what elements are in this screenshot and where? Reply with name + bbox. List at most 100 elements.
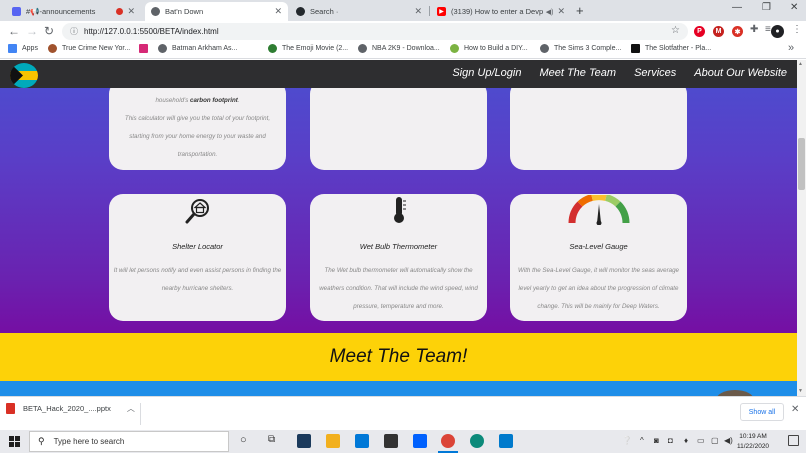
- bookmark-sims3[interactable]: The Sims 3 Comple...: [540, 44, 621, 53]
- close-icon[interactable]: ✕: [557, 6, 565, 17]
- globe-icon: [540, 44, 549, 53]
- nav-about[interactable]: About Our Website: [694, 67, 787, 79]
- profile-avatar[interactable]: ●: [771, 25, 784, 38]
- service-card-shelter-locator[interactable]: Shelter Locator It will let persons noti…: [109, 194, 286, 321]
- help-icon[interactable]: ❔: [622, 436, 632, 445]
- taskbar-search[interactable]: ⚲ Type here to search: [29, 431, 229, 452]
- desc-bold: carbon footprint: [190, 97, 238, 104]
- show-all-button[interactable]: Show all: [740, 403, 784, 421]
- tab-youtube[interactable]: ▶ (3139) How to enter a Devp ◀) ✕: [431, 2, 571, 21]
- globe-icon: [358, 44, 367, 53]
- extension-icon[interactable]: ✱: [732, 26, 743, 37]
- info-icon[interactable]: ⓘ: [70, 26, 78, 37]
- file-explorer-icon[interactable]: [326, 434, 340, 448]
- nav-signup-login[interactable]: Sign Up/Login: [452, 67, 521, 79]
- site-icon: [450, 44, 459, 53]
- shield-icon[interactable]: ◘: [668, 436, 673, 445]
- close-icon[interactable]: ✕: [274, 6, 282, 17]
- service-card-carbon[interactable]: household's carbon footprint. This calcu…: [109, 80, 286, 170]
- service-card-sea-level[interactable]: Sea-Level Gauge With the Sea-Level Gauge…: [510, 194, 687, 321]
- minimize-icon[interactable]: —: [732, 2, 742, 13]
- card-desc-rest: This calculator will give you the total …: [124, 115, 271, 158]
- tab-github-search[interactable]: Search · ✕: [290, 2, 428, 21]
- bookmark-label: Apps: [22, 45, 38, 52]
- bookmark-batman[interactable]: Batman Arkham As...: [158, 44, 237, 53]
- new-tab-button[interactable]: +: [576, 3, 584, 18]
- reading-list-icon[interactable]: ≡: [765, 24, 771, 35]
- bookmark-label: True Crime New Yor...: [62, 45, 131, 52]
- mail-icon[interactable]: [355, 434, 369, 448]
- back-icon[interactable]: ←: [8, 24, 20, 38]
- task-view-icon[interactable]: ⧉: [268, 434, 275, 445]
- store-icon[interactable]: [384, 434, 398, 448]
- meet-the-team-banner: Meet The Team!: [0, 333, 797, 381]
- terminal-icon[interactable]: [297, 434, 311, 448]
- close-icon[interactable]: ✕: [127, 6, 135, 17]
- display-icon[interactable]: ▢: [711, 436, 719, 445]
- tab-title: Search ·: [310, 7, 339, 16]
- service-card-top-middle[interactable]: [310, 80, 487, 170]
- nav-services[interactable]: Services: [634, 67, 676, 79]
- card-title: Wet Bulb Thermometer: [359, 242, 438, 251]
- system-clock[interactable]: 10:19 AM 11/22/2020: [737, 432, 769, 452]
- edge-icon[interactable]: [470, 434, 484, 448]
- tray-app-icon[interactable]: ◙: [654, 436, 659, 445]
- tab-batn-down[interactable]: Bat'n Down ✕: [145, 2, 288, 21]
- speaker-icon[interactable]: ◀): [546, 8, 554, 16]
- network-icon[interactable]: ▭: [697, 436, 705, 445]
- chevron-up-icon[interactable]: ︿: [127, 403, 135, 414]
- reload-icon[interactable]: ↻: [44, 24, 54, 38]
- scroll-up-icon[interactable]: ▲: [798, 61, 803, 67]
- card-desc: household's carbon footprint.: [109, 92, 286, 110]
- address-bar[interactable]: ⓘ http://127.0.0.1:5500/BETA/index.html …: [62, 23, 688, 40]
- clock-time: 10:19 AM: [739, 433, 767, 440]
- windows-start-icon[interactable]: [9, 436, 20, 447]
- tab-announcements[interactable]: #📢-announcements ✕: [6, 2, 141, 21]
- service-card-wet-bulb[interactable]: Wet Bulb Thermometer The Wet bulb thermo…: [310, 194, 487, 321]
- service-card-top-right[interactable]: [510, 80, 687, 170]
- restore-icon[interactable]: ❐: [762, 2, 771, 13]
- menu-icon[interactable]: ⋮: [792, 24, 802, 35]
- close-icon[interactable]: ✕: [791, 404, 799, 415]
- youtube-icon: ▶: [437, 7, 446, 16]
- scroll-down-icon[interactable]: ▼: [798, 388, 803, 394]
- volume-icon[interactable]: ◀): [724, 436, 733, 445]
- vscode-icon[interactable]: [499, 434, 513, 448]
- scroll-thumb[interactable]: [798, 138, 805, 190]
- bookmark-star-icon[interactable]: ☆: [671, 25, 680, 36]
- bookmark-emoji-movie[interactable]: The Emoji Movie (2...: [268, 44, 348, 53]
- nav-meet-the-team[interactable]: Meet The Team: [539, 67, 616, 79]
- bookmarks-overflow-icon[interactable]: »: [788, 42, 794, 54]
- download-item[interactable]: BETA_Hack_2020_....pptx ︿: [6, 403, 135, 414]
- magnifier-house-icon: [185, 199, 209, 224]
- tray-overflow-icon[interactable]: ^: [640, 436, 644, 445]
- cortana-icon[interactable]: ○: [240, 434, 247, 446]
- download-bar: BETA_Hack_2020_....pptx ︿ Show all ✕: [0, 396, 806, 430]
- gauge-icon: [568, 195, 629, 225]
- site-navbar: Sign Up/Login Meet The Team Services Abo…: [0, 60, 797, 88]
- pinterest-icon[interactable]: P: [694, 26, 705, 37]
- forward-icon[interactable]: →: [26, 24, 38, 38]
- puzzle-icon[interactable]: ✚: [750, 24, 758, 35]
- bookmark-instagram[interactable]: [139, 44, 153, 53]
- page-scrollbar[interactable]: ▲ ▼: [797, 60, 806, 396]
- instagram-icon: [139, 44, 148, 53]
- window-close-icon[interactable]: ✕: [790, 2, 798, 13]
- bookmark-apps[interactable]: Apps: [8, 44, 38, 53]
- chrome-icon[interactable]: [441, 434, 455, 448]
- clock-date: 11/22/2020: [737, 443, 770, 450]
- search-placeholder: Type here to search: [53, 437, 125, 446]
- card-title: Shelter Locator: [172, 242, 223, 251]
- bookmark-true-crime[interactable]: True Crime New Yor...: [48, 44, 130, 53]
- bookmark-diy[interactable]: How to Build a DIY...: [450, 44, 528, 53]
- notification-center-icon[interactable]: [788, 435, 799, 446]
- bookmarks-bar: Apps True Crime New Yor... Batman Arkham…: [0, 42, 806, 59]
- gmail-extension-icon[interactable]: M: [713, 26, 724, 37]
- url-text: http://127.0.0.1:5500/BETA/index.html: [84, 27, 219, 36]
- close-icon[interactable]: ✕: [414, 6, 422, 17]
- site-logo[interactable]: [10, 63, 38, 88]
- bookmark-nba-2k9[interactable]: NBA 2K9 - Downloa...: [358, 44, 440, 53]
- microphone-icon[interactable]: ♦: [684, 436, 688, 445]
- dropbox-icon[interactable]: [413, 434, 427, 448]
- bookmark-slotfather[interactable]: The Slotfather - Pla...: [631, 44, 711, 53]
